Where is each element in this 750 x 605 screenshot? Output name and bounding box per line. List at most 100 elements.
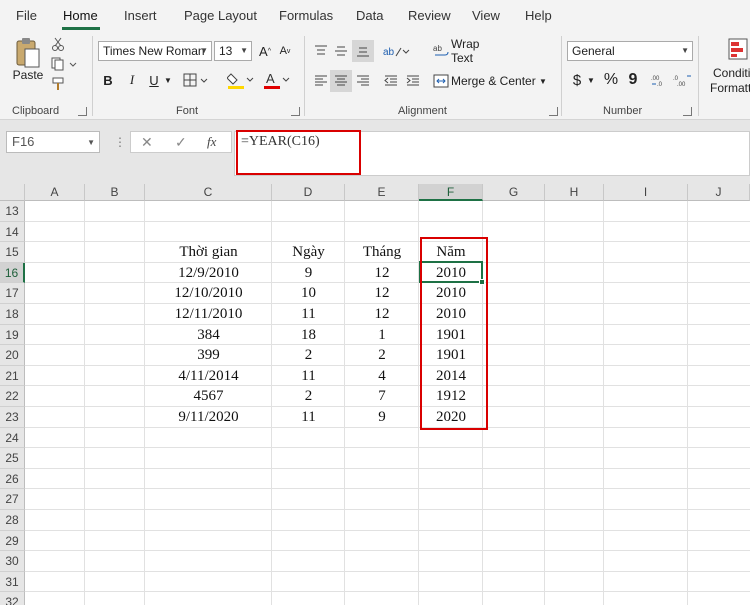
- wrap-text-icon[interactable]: ab: [432, 42, 450, 60]
- formula-input[interactable]: =YEAR(C16): [234, 131, 750, 176]
- table-cell[interactable]: 11: [272, 407, 345, 428]
- column-header-b[interactable]: B: [85, 184, 145, 201]
- font-color-icon[interactable]: A: [262, 69, 292, 91]
- column-header-i[interactable]: I: [604, 184, 688, 201]
- paste-icon[interactable]: [10, 36, 46, 70]
- row-header-32[interactable]: 32: [0, 592, 25, 605]
- alignment-launcher-icon[interactable]: [549, 107, 558, 116]
- table-cell[interactable]: 7: [345, 386, 419, 407]
- table-cell[interactable]: 384: [145, 325, 272, 346]
- row-header-15[interactable]: 15: [0, 242, 25, 263]
- table-cell[interactable]: 1: [345, 325, 419, 346]
- increase-font-icon[interactable]: A ^: [256, 41, 274, 61]
- row-header-31[interactable]: 31: [0, 571, 25, 593]
- column-header-j[interactable]: J: [688, 184, 750, 201]
- column-header-f[interactable]: F: [419, 184, 483, 201]
- merge-center-icon[interactable]: [432, 72, 450, 90]
- decrease-font-icon[interactable]: Av: [276, 41, 294, 61]
- align-right-icon[interactable]: [354, 72, 372, 90]
- cancel-icon[interactable]: ✕: [141, 134, 153, 151]
- table-cell[interactable]: 9/11/2020: [145, 407, 272, 428]
- tab-home[interactable]: Home: [63, 8, 98, 23]
- table-cell[interactable]: 4567: [145, 386, 272, 407]
- cell-header-c[interactable]: Thời gian: [145, 242, 272, 263]
- paste-button[interactable]: Paste: [12, 68, 44, 82]
- row-header-13[interactable]: 13: [0, 201, 25, 222]
- table-cell[interactable]: 9: [272, 263, 345, 284]
- tab-insert[interactable]: Insert: [124, 8, 157, 23]
- merge-center-button[interactable]: Merge & Center: [451, 72, 537, 90]
- cell-header-d[interactable]: Ngày: [272, 242, 345, 263]
- tab-review[interactable]: Review: [408, 8, 451, 23]
- bold-button[interactable]: B: [100, 70, 116, 90]
- table-cell[interactable]: 2010: [419, 283, 483, 304]
- table-cell[interactable]: 4: [345, 366, 419, 387]
- table-cell[interactable]: 2020: [419, 407, 483, 428]
- row-header-26[interactable]: 26: [0, 468, 25, 490]
- wrap-text-button[interactable]: Wrap Text: [451, 37, 503, 65]
- table-cell[interactable]: 399: [145, 345, 272, 366]
- table-cell[interactable]: 12: [345, 283, 419, 304]
- table-cell[interactable]: 12/10/2010: [145, 283, 272, 304]
- number-launcher-icon[interactable]: [683, 107, 692, 116]
- table-cell[interactable]: 11: [272, 366, 345, 387]
- table-cell[interactable]: 9: [345, 407, 419, 428]
- table-cell[interactable]: 1901: [419, 345, 483, 366]
- row-header-29[interactable]: 29: [0, 530, 25, 552]
- table-cell[interactable]: 1912: [419, 386, 483, 407]
- row-header-16[interactable]: 16: [0, 262, 25, 284]
- table-cell[interactable]: 12: [345, 263, 419, 284]
- row-header-28[interactable]: 28: [0, 510, 25, 531]
- percent-button[interactable]: %: [602, 70, 620, 90]
- conditional-formatting-button[interactable]: Conditi: [713, 66, 750, 80]
- table-cell[interactable]: 2: [272, 345, 345, 366]
- fill-color-icon[interactable]: [226, 69, 256, 91]
- align-middle-icon[interactable]: [332, 42, 350, 60]
- align-top-icon[interactable]: [312, 42, 330, 60]
- decrease-indent-icon[interactable]: [382, 72, 400, 90]
- fill-handle[interactable]: [479, 279, 485, 285]
- currency-button[interactable]: $: [570, 70, 584, 90]
- row-header-22[interactable]: 22: [0, 386, 25, 407]
- tab-formulas[interactable]: Formulas: [279, 8, 333, 23]
- table-cell[interactable]: 18: [272, 325, 345, 346]
- table-cell[interactable]: 2: [272, 386, 345, 407]
- font-name-select[interactable]: Times New Roman ▼: [98, 41, 212, 61]
- table-cell[interactable]: 10: [272, 283, 345, 304]
- tab-file[interactable]: File: [16, 8, 37, 23]
- column-header-e[interactable]: E: [345, 184, 419, 201]
- tab-page-layout[interactable]: Page Layout: [184, 8, 257, 23]
- row-header-21[interactable]: 21: [0, 365, 25, 387]
- enter-icon[interactable]: ✓: [175, 134, 187, 151]
- row-header-19[interactable]: 19: [0, 324, 25, 346]
- row-header-27[interactable]: 27: [0, 489, 25, 510]
- table-cell[interactable]: 12: [345, 304, 419, 325]
- row-header-17[interactable]: 17: [0, 283, 25, 304]
- row-header-25[interactable]: 25: [0, 448, 25, 469]
- tab-view[interactable]: View: [472, 8, 500, 23]
- table-cell[interactable]: 12/11/2010: [145, 304, 272, 325]
- more-options-icon[interactable]: ⋮: [114, 135, 126, 149]
- row-header-14[interactable]: 14: [0, 221, 25, 243]
- orientation-icon[interactable]: ab: [382, 42, 412, 60]
- row-header-18[interactable]: 18: [0, 304, 25, 325]
- chevron-down-icon[interactable]: ▼: [586, 70, 596, 90]
- cell-header-e[interactable]: Tháng: [345, 242, 419, 263]
- number-format-select[interactable]: General ▼: [567, 41, 693, 61]
- align-center-icon[interactable]: [330, 70, 352, 92]
- increase-decimal-icon[interactable]: .00.0: [650, 70, 670, 90]
- underline-button[interactable]: U: [146, 70, 162, 90]
- increase-indent-icon[interactable]: [404, 72, 422, 90]
- format-painter-icon[interactable]: [50, 76, 66, 92]
- cell-header-f[interactable]: Năm: [419, 242, 483, 263]
- name-box[interactable]: F16 ▼: [6, 131, 100, 153]
- decrease-decimal-icon[interactable]: .0.00: [672, 70, 692, 90]
- chevron-down-icon[interactable]: ▼: [538, 72, 548, 90]
- borders-icon[interactable]: [182, 70, 210, 90]
- align-bottom-icon[interactable]: [352, 40, 374, 62]
- tab-help[interactable]: Help: [525, 8, 552, 23]
- tab-data[interactable]: Data: [356, 8, 383, 23]
- row-header-20[interactable]: 20: [0, 345, 25, 366]
- select-all-corner[interactable]: [0, 184, 25, 201]
- table-cell[interactable]: 11: [272, 304, 345, 325]
